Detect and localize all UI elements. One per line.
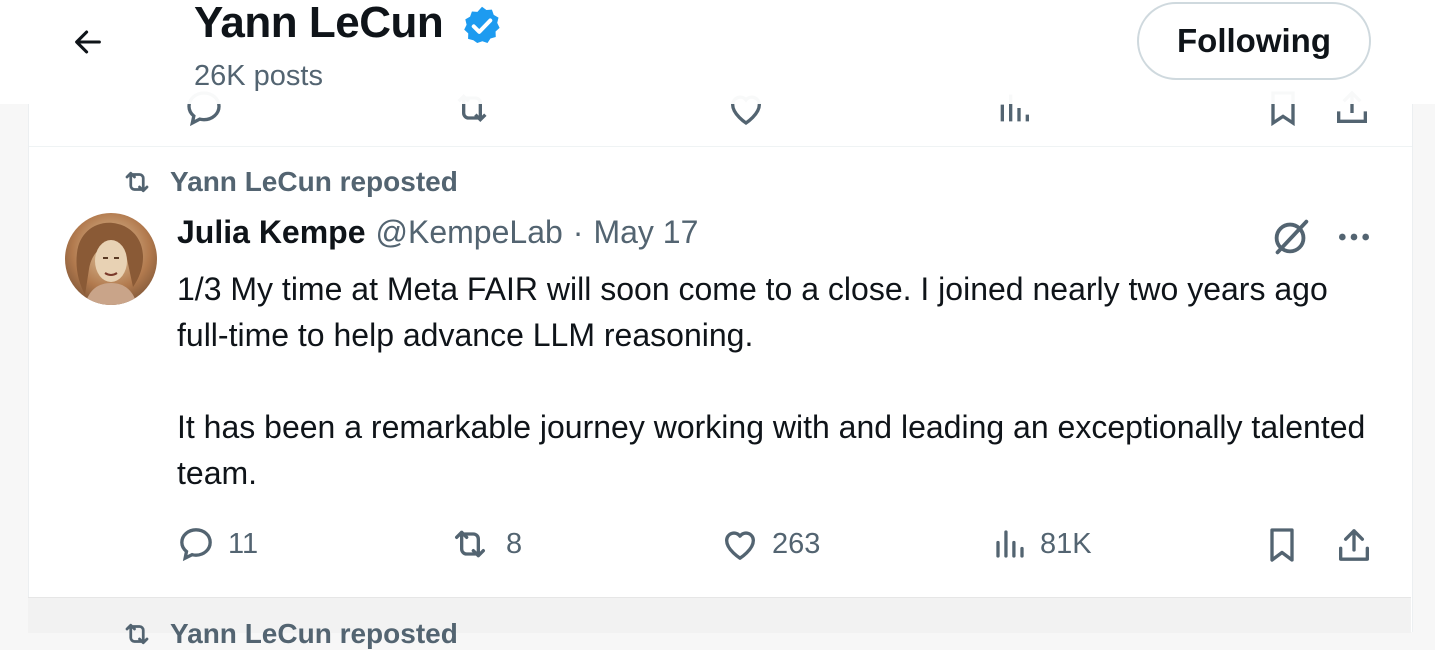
tweet-meta: Julia Kempe @KempeLab · May 17 bbox=[177, 214, 698, 251]
arrow-left-icon bbox=[75, 30, 101, 54]
profile-header: Yann LeCun 26K posts Following bbox=[0, 0, 1435, 104]
like-button[interactable]: 263 bbox=[720, 524, 820, 564]
repost-button[interactable]: 8 bbox=[446, 524, 522, 564]
back-button[interactable] bbox=[62, 20, 114, 64]
like-count: 263 bbox=[772, 527, 821, 560]
tweet-actions: 11 8 263 81K bbox=[0, 524, 1435, 574]
bookmark-button[interactable] bbox=[1262, 524, 1302, 566]
share-icon bbox=[1339, 529, 1369, 561]
repost-icon bbox=[125, 171, 149, 193]
reply-count: 11 bbox=[228, 527, 259, 560]
views-count: 81K bbox=[1040, 527, 1092, 560]
meta-separator: · bbox=[572, 214, 584, 250]
reply-button[interactable]: 11 bbox=[176, 524, 258, 564]
avatar-image bbox=[65, 213, 157, 305]
next-repost-label[interactable]: Yann LeCun reposted bbox=[170, 618, 458, 650]
tweet-paragraph: 1/3 My time at Meta FAIR will soon come … bbox=[177, 271, 1328, 353]
avatar[interactable] bbox=[65, 213, 157, 305]
next-repost-indicator: Yann LeCun reposted bbox=[118, 618, 458, 650]
views-button[interactable]: 81K bbox=[992, 524, 1092, 564]
heart-icon bbox=[724, 531, 756, 560]
tweet-paragraph: It has been a remarkable journey working… bbox=[177, 409, 1366, 491]
tweet-text: 1/3 My time at Meta FAIR will soon come … bbox=[177, 266, 1387, 542]
repost-icon bbox=[125, 623, 149, 645]
author-name[interactable]: Julia Kempe bbox=[177, 214, 366, 251]
tweet-date[interactable]: May 17 bbox=[593, 214, 698, 251]
verified-badge-icon bbox=[464, 6, 500, 44]
bookmark-icon bbox=[1270, 528, 1294, 562]
posts-count: 26K posts bbox=[194, 60, 323, 92]
grok-icon[interactable] bbox=[1268, 214, 1314, 260]
tweet-divider bbox=[29, 146, 1412, 147]
repost-count: 8 bbox=[506, 527, 523, 560]
more-options-icon[interactable] bbox=[1334, 222, 1374, 252]
repost-label[interactable]: Yann LeCun reposted bbox=[170, 166, 458, 198]
share-button[interactable] bbox=[1334, 524, 1374, 566]
reply-icon bbox=[180, 528, 212, 562]
author-handle[interactable]: @KempeLab bbox=[376, 214, 563, 251]
views-icon bbox=[996, 530, 1024, 558]
repost-indicator: Yann LeCun reposted bbox=[118, 166, 458, 198]
following-button[interactable]: Following bbox=[1137, 2, 1371, 80]
repost-icon bbox=[455, 530, 485, 558]
profile-name: Yann LeCun bbox=[194, 0, 444, 47]
